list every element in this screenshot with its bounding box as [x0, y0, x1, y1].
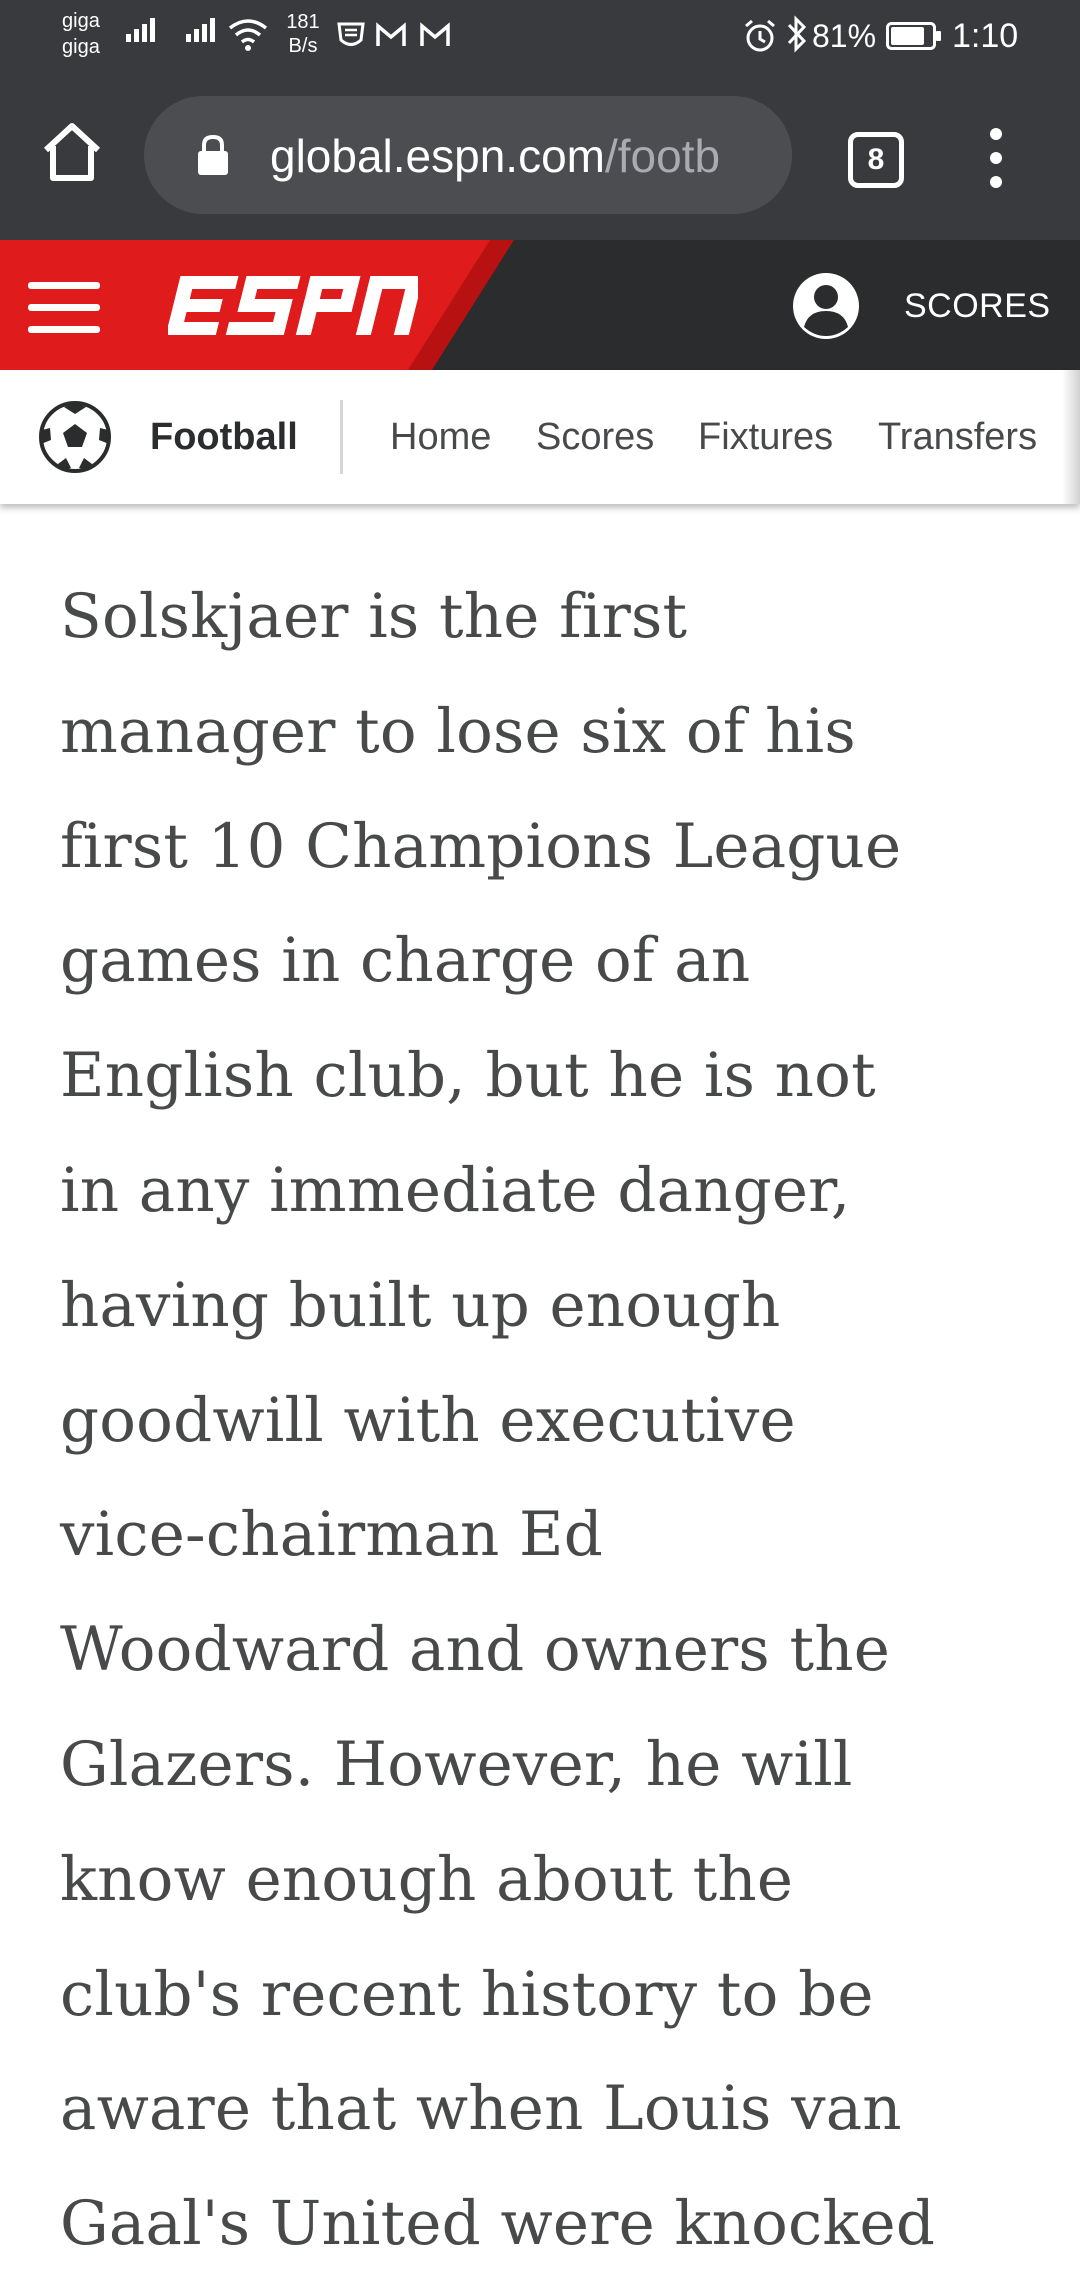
tab-switcher-button[interactable]: 8 — [848, 132, 904, 188]
subnav-item-transfers[interactable]: Transfers — [878, 414, 1037, 460]
article-line: having built up enough — [60, 1269, 781, 1341]
subnav-item-fixtures[interactable]: Fixtures — [698, 414, 833, 460]
gmail-icon-2 — [420, 22, 450, 46]
article-line: goodwill with executive — [60, 1384, 796, 1456]
network-speed-value: 181 — [286, 11, 320, 33]
lock-icon — [198, 134, 228, 175]
browser-toolbar: global.espn.com/footb 8 — [0, 72, 1080, 240]
article-line: Gaal's United were knocked — [60, 2188, 936, 2260]
article-line: Glazers. However, he will — [60, 1728, 853, 1800]
scores-link[interactable]: SCORES — [904, 284, 1051, 328]
signal-icon — [126, 18, 158, 42]
hamburger-menu-icon[interactable] — [28, 282, 104, 334]
wifi-icon — [228, 19, 268, 51]
signal-icon-2 — [186, 18, 218, 42]
article-line: club's recent history to be — [60, 1958, 874, 2030]
overflow-menu-icon[interactable] — [976, 124, 1016, 192]
espn-header: SCORES — [0, 240, 1080, 370]
espn-logo[interactable] — [168, 270, 418, 342]
clock: 1:10 — [952, 17, 1019, 55]
url-text[interactable]: global.espn.com/footb — [270, 126, 770, 186]
article-line: Solskjaer is the first — [60, 581, 688, 652]
carrier-line-1: giga — [62, 10, 100, 32]
url-fade — [722, 96, 792, 214]
article-line: aware that when Louis van — [60, 2073, 902, 2145]
article-body: Solskjaer is the first manager to lose s… — [60, 560, 1020, 2282]
alarm-icon — [745, 19, 775, 52]
gmail-icon — [376, 22, 406, 46]
article-line: English club, but he is not — [60, 1040, 876, 1112]
subnav-divider — [340, 400, 343, 474]
subnav-item-scores[interactable]: Scores — [536, 414, 654, 460]
url-domain: global.espn.com — [270, 130, 605, 182]
subnav-item-home[interactable]: Home — [390, 414, 491, 460]
subnav-scroll-edge — [1062, 370, 1080, 504]
article-paragraph: Solskjaer is the first manager to lose s… — [60, 560, 1020, 2282]
article-line: in any immediate danger, — [60, 1154, 851, 1226]
sport-subnav: Football Home Scores Fixtures Transfers — [0, 370, 1080, 504]
battery-icon — [886, 22, 941, 50]
status-bar: giga giga 181 B/s 81% 1:10 — [0, 0, 1080, 72]
bluetooth-icon — [787, 15, 807, 53]
article-line: know enough about the — [60, 1843, 794, 1915]
article-line: first 10 Champions League — [60, 810, 902, 882]
club-crest-icon — [337, 22, 365, 46]
soccer-ball-icon — [39, 401, 111, 473]
url-path: /footb — [604, 130, 721, 182]
address-bar[interactable]: global.espn.com/footb — [144, 96, 792, 214]
network-speed: 181 B/s — [278, 10, 328, 58]
battery-percent: 81% — [812, 18, 877, 54]
sport-title[interactable]: Football — [150, 414, 298, 460]
home-icon[interactable] — [38, 118, 106, 186]
profile-icon[interactable] — [792, 272, 860, 340]
carrier-label: giga giga — [62, 8, 114, 60]
article-line: Woodward and owners the — [60, 1614, 891, 1686]
article-line: vice-chairman Ed — [60, 1499, 603, 1571]
article-line: manager to lose six of his — [60, 695, 856, 767]
carrier-line-2: giga — [62, 36, 100, 58]
network-speed-unit: B/s — [288, 35, 318, 57]
article-line: games in charge of an — [60, 925, 751, 997]
